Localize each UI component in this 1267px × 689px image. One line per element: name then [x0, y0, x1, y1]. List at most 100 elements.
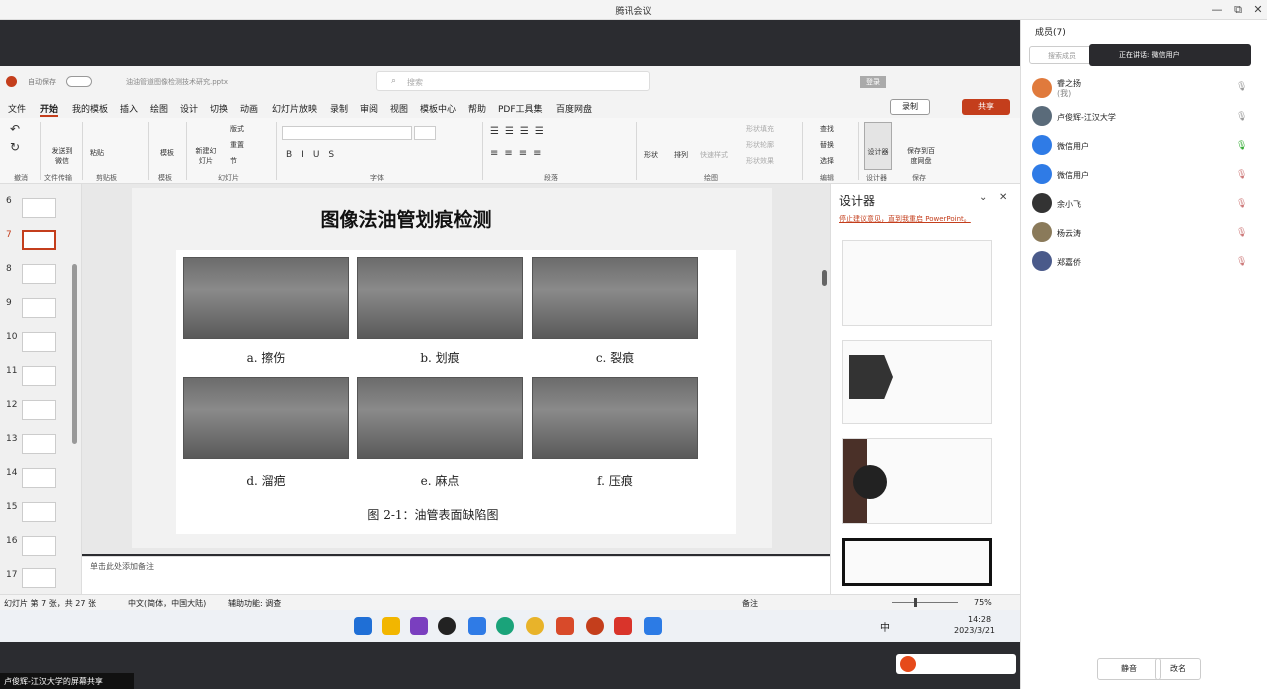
notes-area[interactable]: 单击此处添加备注: [82, 556, 830, 594]
close-icon[interactable]: ✕: [999, 192, 1007, 203]
shape-button[interactable]: 形状: [644, 150, 658, 160]
autosave-toggle[interactable]: [66, 76, 92, 87]
zoom-level[interactable]: 75%: [974, 598, 992, 607]
slide-thumbnail[interactable]: [22, 400, 56, 420]
menu-help[interactable]: 帮助: [468, 102, 486, 115]
send-wechat-button[interactable]: 发送到微信: [50, 146, 74, 166]
menu-design[interactable]: 设计: [180, 102, 198, 115]
minimize-button[interactable]: —: [1210, 3, 1224, 16]
chevron-down-icon[interactable]: ⌄: [979, 192, 987, 203]
accessibility-status[interactable]: 辅助功能: 调查: [228, 598, 281, 609]
slide-thumbnail[interactable]: [22, 502, 56, 522]
font-format-icons[interactable]: BIUS: [286, 150, 343, 160]
menu-view[interactable]: 视图: [390, 102, 408, 115]
align-icons[interactable]: ≡≡≡≡: [490, 148, 548, 159]
chrome-icon[interactable]: [526, 617, 544, 635]
menu-insert[interactable]: 插入: [120, 102, 138, 115]
slide-thumbnail[interactable]: [22, 298, 56, 318]
ppt-search-box[interactable]: ⌕ 搜索: [376, 71, 650, 91]
mic-muted-icon[interactable]: 🎙: [1236, 199, 1247, 209]
file-explorer-icon[interactable]: [382, 617, 400, 635]
mic-muted-icon[interactable]: 🎙: [1236, 170, 1247, 180]
menu-template-center[interactable]: 模板中心: [420, 102, 456, 115]
section-button[interactable]: 节: [230, 156, 237, 166]
shape-outline-button[interactable]: 形状轮廓: [746, 140, 774, 150]
mic-muted-icon[interactable]: 🎙: [1236, 257, 1247, 267]
powerpoint-taskbar-icon[interactable]: [586, 617, 604, 635]
menu-file[interactable]: 文件: [8, 102, 26, 115]
design-suggestion-4[interactable]: [842, 538, 992, 586]
mic-icon[interactable]: 🎙: [1236, 112, 1247, 122]
shape-effect-button[interactable]: 形状效果: [746, 156, 774, 166]
slide-thumbnail[interactable]: [22, 468, 56, 488]
app-k-icon[interactable]: [468, 617, 486, 635]
reset-button[interactable]: 重置: [230, 140, 244, 150]
menu-baidu[interactable]: 百度网盘: [556, 102, 592, 115]
sogou-ime-bar[interactable]: [896, 654, 1016, 674]
mic-icon[interactable]: 🎙: [1236, 141, 1247, 151]
design-suggestion-3[interactable]: [842, 438, 992, 524]
wps-icon[interactable]: [614, 617, 632, 635]
slide-thumbnail[interactable]: [22, 366, 56, 386]
menu-transitions[interactable]: 切换: [210, 102, 228, 115]
find-button[interactable]: 查找: [820, 124, 834, 134]
record-button[interactable]: 录制: [890, 99, 930, 115]
menu-review[interactable]: 审阅: [360, 102, 378, 115]
slide-thumbnail[interactable]: [22, 264, 56, 284]
ime-indicator[interactable]: 中: [880, 619, 890, 634]
undo-icon[interactable]: ↶: [10, 122, 20, 136]
save-baidu-button[interactable]: 保存到百度网盘: [904, 146, 938, 166]
font-name-select[interactable]: [282, 126, 412, 140]
redo-icon[interactable]: ↻: [10, 140, 20, 154]
designer-stop-link[interactable]: 停止建议意见，直到我重启 PowerPoint。: [839, 214, 971, 224]
designer-button[interactable]: 设计器: [864, 122, 892, 170]
menu-mytemplates[interactable]: 我的模板: [72, 102, 108, 115]
arrange-button[interactable]: 排列: [674, 150, 688, 160]
rename-button[interactable]: 改名: [1155, 658, 1201, 680]
slide-title[interactable]: 图像法油管划痕检测: [176, 205, 636, 232]
mic-icon[interactable]: 🎙: [1236, 82, 1247, 92]
paste-button[interactable]: 粘贴: [90, 148, 104, 158]
zoom-slider-thumb[interactable]: [914, 598, 917, 607]
paragraph-icons[interactable]: ☰☰☰☰: [490, 126, 550, 137]
slide-thumbnail[interactable]: [22, 536, 56, 556]
template-button[interactable]: 模板: [160, 148, 174, 158]
design-suggestion-2[interactable]: [842, 340, 992, 424]
mute-all-button[interactable]: 静音: [1097, 658, 1161, 680]
share-button[interactable]: 共享: [962, 99, 1010, 115]
menu-animations[interactable]: 动画: [240, 102, 258, 115]
menu-home[interactable]: 开始: [40, 102, 59, 117]
menu-draw[interactable]: 绘图: [150, 102, 168, 115]
matlab-icon[interactable]: [556, 617, 574, 635]
language-status[interactable]: 中文(简体，中国大陆): [128, 598, 206, 609]
menu-record[interactable]: 录制: [330, 102, 348, 115]
member-search-input[interactable]: 搜索成员: [1029, 46, 1095, 64]
mic-muted-icon[interactable]: 🎙: [1236, 228, 1247, 238]
qq-icon[interactable]: [438, 617, 456, 635]
restore-button[interactable]: ⧉: [1231, 3, 1245, 17]
thumbnails-scrollbar[interactable]: [72, 264, 77, 444]
slide-thumbnail[interactable]: [22, 434, 56, 454]
menu-slideshow[interactable]: 幻灯片放映: [272, 102, 317, 115]
notes-toggle[interactable]: 备注: [742, 598, 758, 609]
login-button[interactable]: 登录: [860, 76, 886, 88]
edge-icon[interactable]: [496, 617, 514, 635]
layout-button[interactable]: 版式: [230, 124, 244, 134]
slide-thumbnail[interactable]: [22, 568, 56, 588]
tencent-meeting-icon[interactable]: [644, 617, 662, 635]
app-icon[interactable]: [410, 617, 428, 635]
shape-fill-button[interactable]: 形状填充: [746, 124, 774, 134]
canvas-scrollbar[interactable]: [822, 270, 827, 286]
slide-thumbnail[interactable]: [22, 198, 56, 218]
replace-button[interactable]: 替换: [820, 140, 834, 150]
menu-pdf[interactable]: PDF工具集: [498, 102, 543, 115]
new-slide-button[interactable]: 新建幻灯片: [194, 146, 218, 166]
font-size-select[interactable]: [414, 126, 436, 140]
start-icon[interactable]: [354, 617, 372, 635]
slide-thumbnail-selected[interactable]: [22, 230, 56, 250]
select-button[interactable]: 选择: [820, 156, 834, 166]
quick-style-button[interactable]: 快速样式: [700, 150, 728, 160]
slide-thumbnail[interactable]: [22, 332, 56, 352]
design-suggestion-1[interactable]: [842, 240, 992, 326]
zoom-slider[interactable]: [892, 602, 958, 603]
